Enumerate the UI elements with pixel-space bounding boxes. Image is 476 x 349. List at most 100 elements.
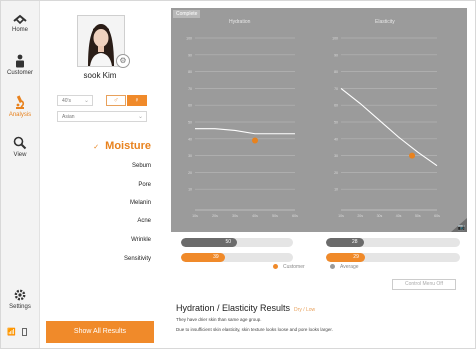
battery-icon <box>22 328 27 336</box>
hydration-x-tick-label: 40s <box>252 214 258 218</box>
search-icon <box>13 136 27 150</box>
menu-item-moisture[interactable]: ✓ Moisture <box>93 140 151 152</box>
home-icon <box>13 14 27 25</box>
elasticity-x-tick-label: 40s <box>396 214 402 218</box>
region-select[interactable]: Asian ⌄ <box>57 111 147 122</box>
hydration-y-tick-label: 10 <box>188 188 192 192</box>
control-menu-button[interactable]: Control Menu Off <box>392 279 456 290</box>
check-icon: ✓ <box>93 144 100 151</box>
nav-view[interactable]: View <box>1 136 39 158</box>
elasticity-customer-value: 29 <box>353 254 359 260</box>
hydration-average-value: 50 <box>225 239 231 245</box>
elasticity-y-tick-label: 10 <box>334 188 338 192</box>
male-icon: ♂ <box>113 97 119 104</box>
elasticity-x-tick-label: 60s <box>434 214 440 218</box>
elasticity-y-tick-label: 80 <box>334 70 338 74</box>
nav-analysis[interactable]: Analysis <box>1 95 39 118</box>
age-select-value: 40's <box>62 98 72 104</box>
elasticity-average-fill: 28 <box>326 238 364 247</box>
main-panel: Complete Hydration Elasticity 100 90 80 70 6… <box>164 1 473 348</box>
nav-customer-label: Customer <box>6 70 33 76</box>
hydration-x-tick-label: 30s <box>232 214 238 218</box>
hydration-x-tick-label: 50s <box>272 214 278 218</box>
hydration-customer-value: 39 <box>213 254 219 260</box>
hydration-customer-fill: 39 <box>181 253 225 262</box>
person-icon <box>16 54 24 68</box>
legend-average: Average <box>330 264 359 270</box>
hydration-average-fill: 50 <box>181 238 237 247</box>
elasticity-x-tick-label: 50s <box>415 214 421 218</box>
hydration-average-bar: 50 <box>181 238 293 247</box>
menu-item-wrinkle[interactable]: Wrinkle <box>131 237 151 243</box>
results-line-2: Due to insufficient skin elasticity, ski… <box>176 327 333 332</box>
elasticity-y-tick-label: 50 <box>334 121 338 125</box>
female-toggle[interactable]: ♀ <box>127 95 147 106</box>
elasticity-y-tick-label: 100 <box>332 37 338 41</box>
nav-view-label: View <box>13 152 27 158</box>
menu-item-acne[interactable]: Acne <box>137 218 151 224</box>
profile-panel: ⚙ sook Kim 40's ⌄ ♂ ♀ Asian ⌄ ✓ Moisture … <box>40 1 160 348</box>
elasticity-y-tick-label: 60 <box>334 104 338 108</box>
region-select-value: Asian <box>62 114 75 120</box>
hydration-average-line <box>195 128 295 135</box>
legend-average-label: Average <box>340 264 359 270</box>
male-toggle[interactable]: ♂ <box>106 95 126 106</box>
elasticity-customer-bar: 29 <box>326 253 460 262</box>
menu-item-melanin[interactable]: Melanin <box>130 200 151 206</box>
nav-customer[interactable]: Customer <box>1 54 39 76</box>
elasticity-y-tick-label: 70 <box>334 87 338 91</box>
gear-icon <box>14 289 26 301</box>
hydration-y-tick-label: 100 <box>186 37 192 41</box>
legend-customer: Customer <box>273 264 305 270</box>
hydration-y-tick-label: 50 <box>188 121 192 125</box>
edit-photo-gear-icon[interactable]: ⚙ <box>116 54 130 68</box>
nav-settings-label: Settings <box>9 304 31 310</box>
menu-item-sensitivity[interactable]: Sensitivity <box>124 256 151 262</box>
nav-analysis-label: Analysis <box>8 112 32 118</box>
hydration-customer-point <box>252 137 258 144</box>
nav-home[interactable]: Home <box>1 13 39 33</box>
hydration-customer-bar: 39 <box>181 253 293 262</box>
chart-area: Complete Hydration Elasticity 100 90 80 70 6… <box>171 8 467 232</box>
results-status: Dry / Low <box>294 307 316 313</box>
hydration-y-tick-label: 60 <box>188 104 192 108</box>
legend-customer-label: Customer <box>283 264 305 270</box>
show-all-results-button[interactable]: Show All Results <box>46 321 154 343</box>
results-title-text: Hydration / Elasticity Results <box>176 303 291 313</box>
charts-svg: 100 90 80 70 60 50 40 30 20 10 10s 20s 30s 40s 50s 60s 1… <box>186 37 440 219</box>
elasticity-average-line <box>340 87 438 167</box>
hydration-y-tick-label: 80 <box>188 70 192 74</box>
customer-name: sook Kim <box>83 71 117 80</box>
customer-dot-icon <box>273 264 278 270</box>
left-nav: Home Customer Analysis View Settings 📶 <box>1 1 40 348</box>
elasticity-y-tick-label: 40 <box>334 137 338 141</box>
female-icon: ♀ <box>134 97 140 104</box>
menu-item-pore[interactable]: Pore <box>138 182 151 188</box>
hydration-y-tick-label: 20 <box>188 171 192 175</box>
nav-settings[interactable]: Settings <box>1 288 39 310</box>
elasticity-average-bar: 28 <box>326 238 460 247</box>
hydration-x-tick-label: 20s <box>212 214 218 218</box>
hydration-y-tick-label: 30 <box>188 154 192 158</box>
chevron-down-icon: ⌄ <box>137 114 143 120</box>
elasticity-x-tick-label: 20s <box>357 214 363 218</box>
hydration-y-tick-label: 70 <box>188 87 192 91</box>
elasticity-customer-point <box>409 152 416 159</box>
hydration-y-tick-label: 90 <box>188 53 192 57</box>
microscope-icon <box>16 95 25 109</box>
elasticity-y-tick-label: 20 <box>334 171 338 175</box>
hydration-y-tick-label: 40 <box>188 137 192 141</box>
elasticity-y-tick-label: 30 <box>334 154 338 158</box>
menu-item-sebum[interactable]: Sebum <box>132 163 151 169</box>
nav-home-label: Home <box>11 27 28 33</box>
results-title: Hydration / Elasticity Results Dry / Low <box>176 303 315 313</box>
hydration-x-tick-label: 60s <box>292 214 298 218</box>
wifi-icon: 📶 <box>7 329 16 336</box>
age-select[interactable]: 40's ⌄ <box>57 95 93 106</box>
elasticity-y-tick-label: 90 <box>334 53 338 57</box>
hydration-x-tick-label: 10s <box>192 214 198 218</box>
average-dot-icon <box>330 264 335 270</box>
results-line-1: They have drier skin than same age group… <box>176 317 262 322</box>
elasticity-customer-fill: 29 <box>326 253 365 262</box>
elasticity-average-value: 28 <box>351 239 358 245</box>
